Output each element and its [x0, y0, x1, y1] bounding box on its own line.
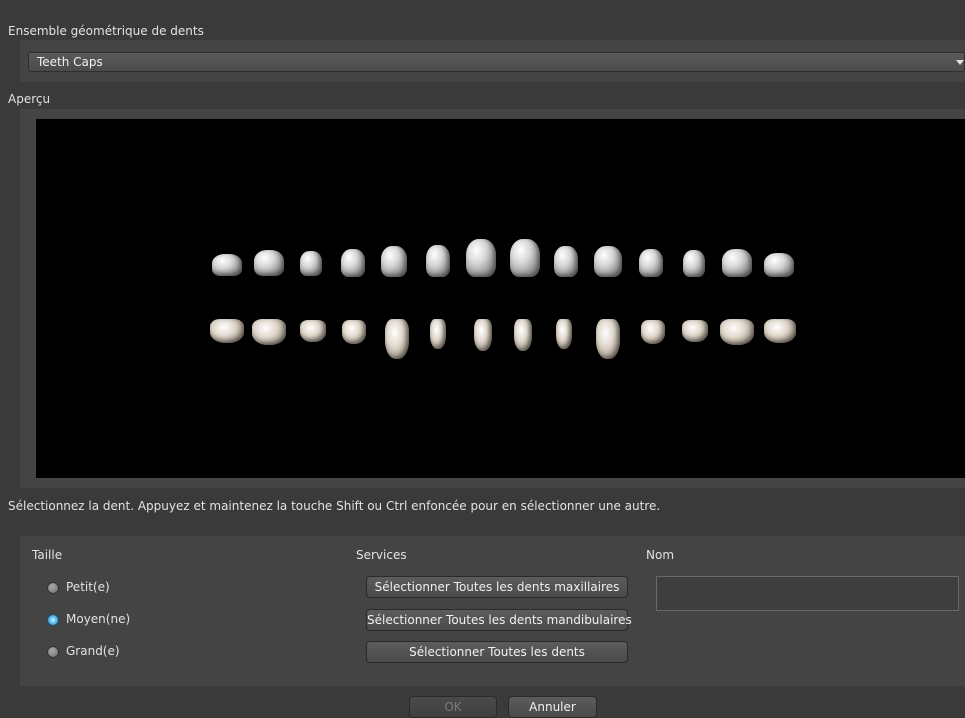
geometry-set-value: Teeth Caps [37, 55, 103, 69]
tooth-lower-3[interactable] [300, 320, 326, 342]
tooth-upper-2[interactable] [254, 250, 284, 276]
teeth-preview-viewport[interactable] [36, 119, 965, 478]
size-option-medium-label[interactable]: Moyen(ne) [66, 612, 130, 626]
tooth-lower-2[interactable] [252, 319, 286, 345]
chevron-down-icon[interactable] [956, 60, 964, 65]
services-label: Services [356, 548, 407, 562]
tooth-upper-10[interactable] [594, 246, 622, 277]
tooth-upper-6[interactable] [426, 245, 450, 277]
select-all-teeth-button[interactable]: Sélectionner Toutes les dents [366, 641, 628, 663]
cancel-button[interactable]: Annuler [508, 696, 597, 718]
tooth-lower-13[interactable] [720, 319, 754, 345]
tooth-lower-10[interactable] [596, 319, 620, 359]
tooth-lower-7[interactable] [474, 319, 492, 351]
selection-hint: Sélectionnez la dent. Appuyez et mainten… [8, 499, 661, 513]
tooth-lower-12[interactable] [682, 320, 708, 342]
tooth-lower-8[interactable] [514, 319, 532, 351]
ok-button[interactable]: OK [409, 696, 497, 718]
tooth-lower-11[interactable] [641, 320, 665, 344]
name-field[interactable] [656, 576, 959, 611]
tooth-upper-14[interactable] [764, 253, 794, 277]
tooth-lower-6[interactable] [430, 319, 446, 349]
tooth-upper-1[interactable] [212, 254, 242, 276]
tooth-upper-13[interactable] [722, 249, 752, 277]
name-label: Nom [646, 548, 675, 562]
select-all-maxillary-button[interactable]: Sélectionner Toutes les dents maxillaire… [366, 576, 628, 598]
size-option-small-label[interactable]: Petit(e) [66, 580, 110, 594]
geometry-set-dropdown[interactable]: Teeth Caps [28, 52, 965, 72]
preview-label: Aperçu [8, 92, 51, 106]
tooth-lower-14[interactable] [764, 319, 796, 343]
tooth-upper-8[interactable] [510, 239, 540, 277]
tooth-upper-5[interactable] [381, 246, 407, 277]
radio-small[interactable] [47, 582, 59, 594]
tooth-upper-7[interactable] [466, 239, 496, 277]
tooth-upper-11[interactable] [639, 249, 663, 277]
size-option-large-label[interactable]: Grand(e) [66, 644, 120, 658]
tooth-upper-3[interactable] [300, 251, 322, 276]
size-label: Taille [32, 548, 63, 562]
tooth-upper-9[interactable] [554, 246, 578, 277]
tooth-lower-5[interactable] [385, 319, 409, 359]
tooth-upper-12[interactable] [683, 250, 705, 277]
radio-medium[interactable] [47, 614, 59, 626]
tooth-lower-1[interactable] [210, 319, 244, 343]
select-all-mandibular-button[interactable]: Sélectionner Toutes les dents mandibulai… [366, 609, 632, 631]
radio-large[interactable] [47, 646, 59, 658]
tooth-upper-4[interactable] [341, 249, 365, 277]
tooth-lower-9[interactable] [556, 319, 572, 349]
geometry-set-label: Ensemble géométrique de dents [8, 24, 204, 38]
tooth-lower-4[interactable] [342, 320, 366, 344]
